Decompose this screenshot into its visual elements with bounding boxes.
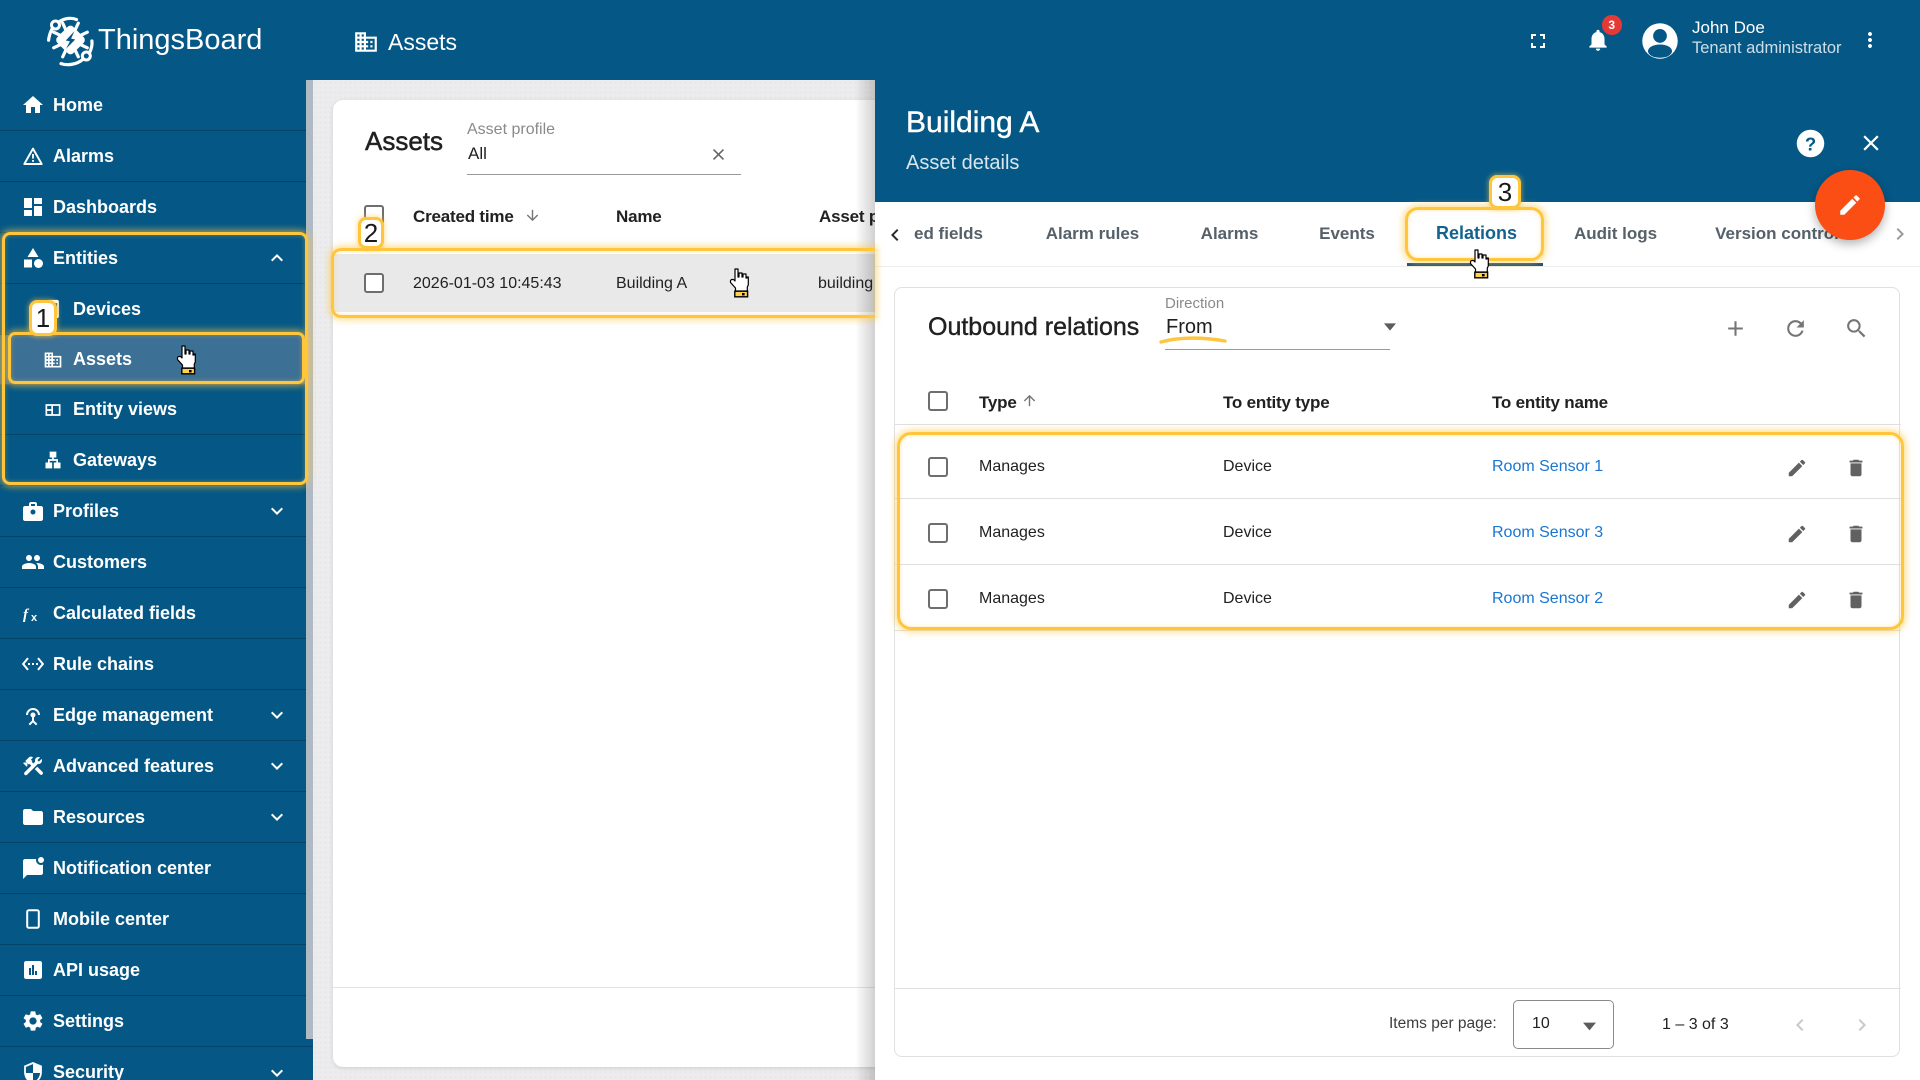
svg-text:f: f xyxy=(23,607,30,623)
svg-text:?: ? xyxy=(1805,133,1816,154)
svg-text:x: x xyxy=(31,612,38,624)
